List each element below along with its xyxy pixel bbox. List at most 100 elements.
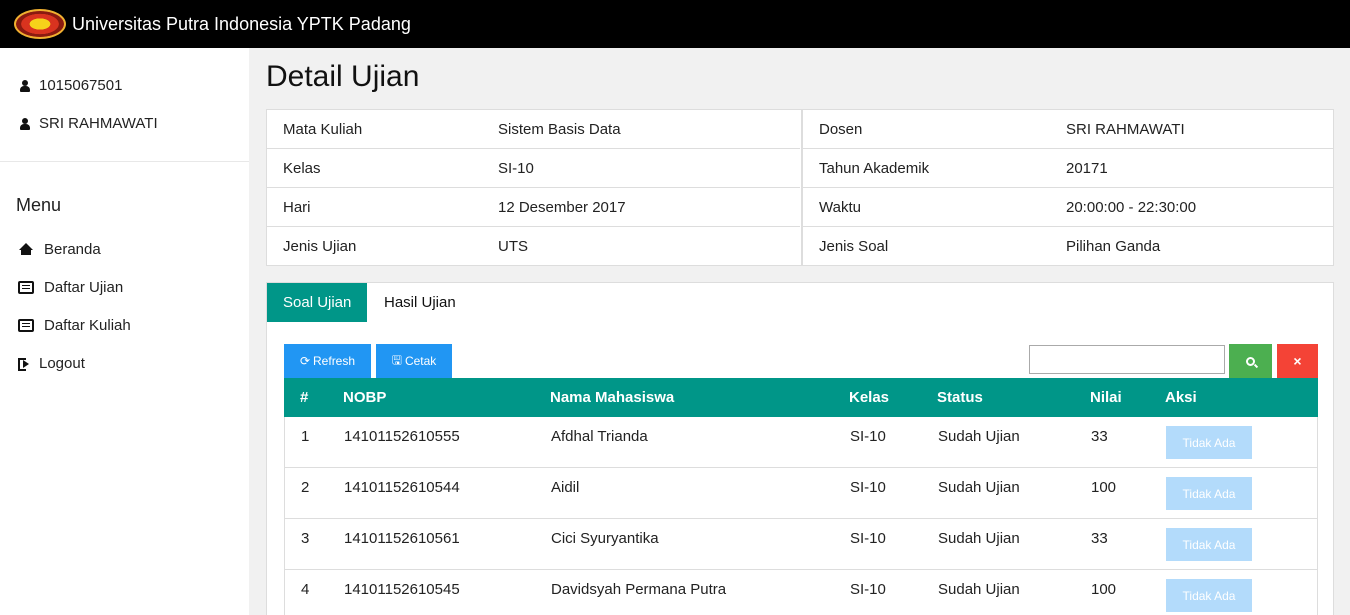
column-header: NOBP (343, 389, 387, 406)
info-row: Mata Kuliah Sistem Basis Data (267, 110, 800, 149)
info-column-left: Mata Kuliah Sistem Basis Data Kelas SI-10 … (267, 110, 800, 265)
info-value: Pilihan Ganda (1066, 238, 1161, 255)
search-input[interactable] (1029, 345, 1225, 374)
user-icon (20, 79, 30, 92)
menu-item-daftar-kuliah[interactable]: Daftar Kuliah (18, 317, 131, 334)
action-button-disabled: Tidak Ada (1166, 528, 1252, 561)
cell-status: Sudah Ujian (938, 530, 1020, 547)
cell-nobp: 14101152610555 (344, 428, 460, 445)
column-header: Nilai (1090, 389, 1122, 406)
tab-hasil-ujian[interactable]: Hasil Ujian (368, 283, 472, 322)
info-key: Mata Kuliah (283, 121, 363, 138)
refresh-button[interactable]: ⟳ Refresh (284, 344, 371, 378)
info-value: SRI RAHMAWATI (1066, 121, 1185, 138)
menu-item-label: Daftar Kuliah (44, 317, 131, 334)
cell-kelas: SI-10 (850, 530, 886, 547)
user-icon (20, 117, 30, 130)
info-key: Jenis Ujian (283, 238, 357, 255)
sidebar-divider (0, 161, 249, 162)
cell-nilai: 100 (1091, 479, 1117, 496)
print-label: Cetak (404, 354, 437, 368)
cell-nobp: 14101152610544 (344, 479, 460, 496)
refresh-icon: ⟳ (299, 354, 311, 368)
cell-nobp: 14101152610545 (344, 581, 460, 598)
table-row: 2 14101152610544 Aidil SI-10 Sudah Ujian… (284, 468, 1318, 519)
user-id-text: 1015067501 (39, 77, 123, 94)
cell-kelas: SI-10 (850, 581, 886, 598)
info-column-right: Dosen SRI RAHMAWATI Tahun Akademik 20171 W… (801, 110, 1333, 265)
sign-out-icon (18, 357, 31, 371)
cell-no: 4 (301, 581, 310, 598)
cell-nilai: 33 (1091, 428, 1108, 445)
cell-no: 3 (301, 530, 310, 547)
cell-nilai: 100 (1091, 581, 1117, 598)
menu-item-beranda[interactable]: Beranda (18, 241, 101, 258)
info-row: Jenis Ujian UTS (267, 227, 800, 266)
menu-item-daftar-ujian[interactable]: Daftar Ujian (18, 279, 123, 296)
table-row: 1 14101152610555 Afdhal Trianda SI-10 Su… (284, 417, 1318, 468)
cell-nilai: 33 (1091, 530, 1108, 547)
list-icon (18, 281, 34, 294)
cell-nama: Cici Syuryantika (551, 530, 659, 547)
column-header: Status (937, 389, 983, 406)
page-title: Detail Ujian (266, 60, 420, 93)
user-name: SRI RAHMAWATI (20, 115, 158, 132)
info-row: Dosen SRI RAHMAWATI (803, 110, 1333, 149)
column-header: Aksi (1165, 389, 1197, 406)
user-name-text: SRI RAHMAWATI (39, 115, 158, 132)
column-header: Nama Mahasiswa (550, 389, 675, 406)
cell-nama: Aidil (551, 479, 580, 496)
info-key: Jenis Soal (819, 238, 889, 255)
cell-status: Sudah Ujian (938, 428, 1020, 445)
sidebar: 1015067501 SRI RAHMAWATI Menu Beranda Da… (0, 48, 249, 615)
info-key: Waktu (819, 199, 861, 216)
info-row: Hari 12 Desember 2017 (267, 188, 800, 227)
info-key: Tahun Akademik (819, 160, 930, 177)
cell-no: 1 (301, 428, 310, 445)
action-button-disabled: Tidak Ada (1166, 477, 1252, 510)
home-icon (18, 243, 34, 256)
info-row: Waktu 20:00:00 - 22:30:00 (803, 188, 1333, 227)
info-value: 12 Desember 2017 (498, 199, 626, 216)
column-header: # (300, 389, 309, 406)
column-header: Kelas (849, 389, 890, 406)
university-logo (14, 9, 66, 39)
menu-item-label: Logout (39, 355, 85, 372)
table-header: # NOBP Nama Mahasiswa Kelas Status Nilai… (284, 378, 1318, 417)
results-table: # NOBP Nama Mahasiswa Kelas Status Nilai… (284, 378, 1318, 615)
save-icon: 🖫 (391, 352, 402, 367)
menu-item-label: Daftar Ujian (44, 279, 124, 296)
menu-item-logout[interactable]: Logout (18, 355, 85, 372)
table-row: 4 14101152610545 Davidsyah Permana Putra… (284, 570, 1318, 615)
table-row: 3 14101152610561 Cici Syuryantika SI-10 … (284, 519, 1318, 570)
info-value: Sistem Basis Data (498, 121, 621, 138)
menu-heading: Menu (16, 195, 62, 215)
cell-nama: Davidsyah Permana Putra (551, 581, 727, 598)
search-button[interactable] (1229, 344, 1272, 378)
menu-item-label: Beranda (44, 241, 101, 258)
cell-nobp: 14101152610561 (344, 530, 460, 547)
tab-panel: Soal Ujian Hasil Ujian ⟳ Refresh 🖫 Cetak… (266, 282, 1334, 615)
info-value: 20171 (1066, 160, 1108, 177)
clear-search-button[interactable]: × (1277, 344, 1318, 378)
list-icon (18, 319, 34, 332)
refresh-label: Refresh (313, 354, 356, 368)
info-value: 20:00:00 - 22:30:00 (1066, 199, 1197, 216)
search-icon (1246, 356, 1255, 366)
exam-info-panel: Mata Kuliah Sistem Basis Data Kelas SI-10 … (266, 109, 1334, 266)
cell-no: 2 (301, 479, 310, 496)
user-id: 1015067501 (20, 77, 122, 94)
tab-soal-ujian[interactable]: Soal Ujian (267, 283, 368, 322)
action-button-disabled: Tidak Ada (1166, 579, 1252, 612)
top-navbar: Universitas Putra Indonesia YPTK Padang (0, 0, 1350, 48)
cell-kelas: SI-10 (850, 479, 886, 496)
cell-status: Sudah Ujian (938, 581, 1020, 598)
print-button[interactable]: 🖫 Cetak (376, 344, 452, 378)
info-value: UTS (498, 238, 528, 255)
cell-nama: Afdhal Trianda (551, 428, 648, 445)
cell-status: Sudah Ujian (938, 479, 1020, 496)
app-title: Universitas Putra Indonesia YPTK Padang (72, 13, 411, 34)
info-row: Jenis Soal Pilihan Ganda (803, 227, 1333, 266)
info-row: Kelas SI-10 (267, 149, 800, 188)
action-button-disabled: Tidak Ada (1166, 426, 1252, 459)
